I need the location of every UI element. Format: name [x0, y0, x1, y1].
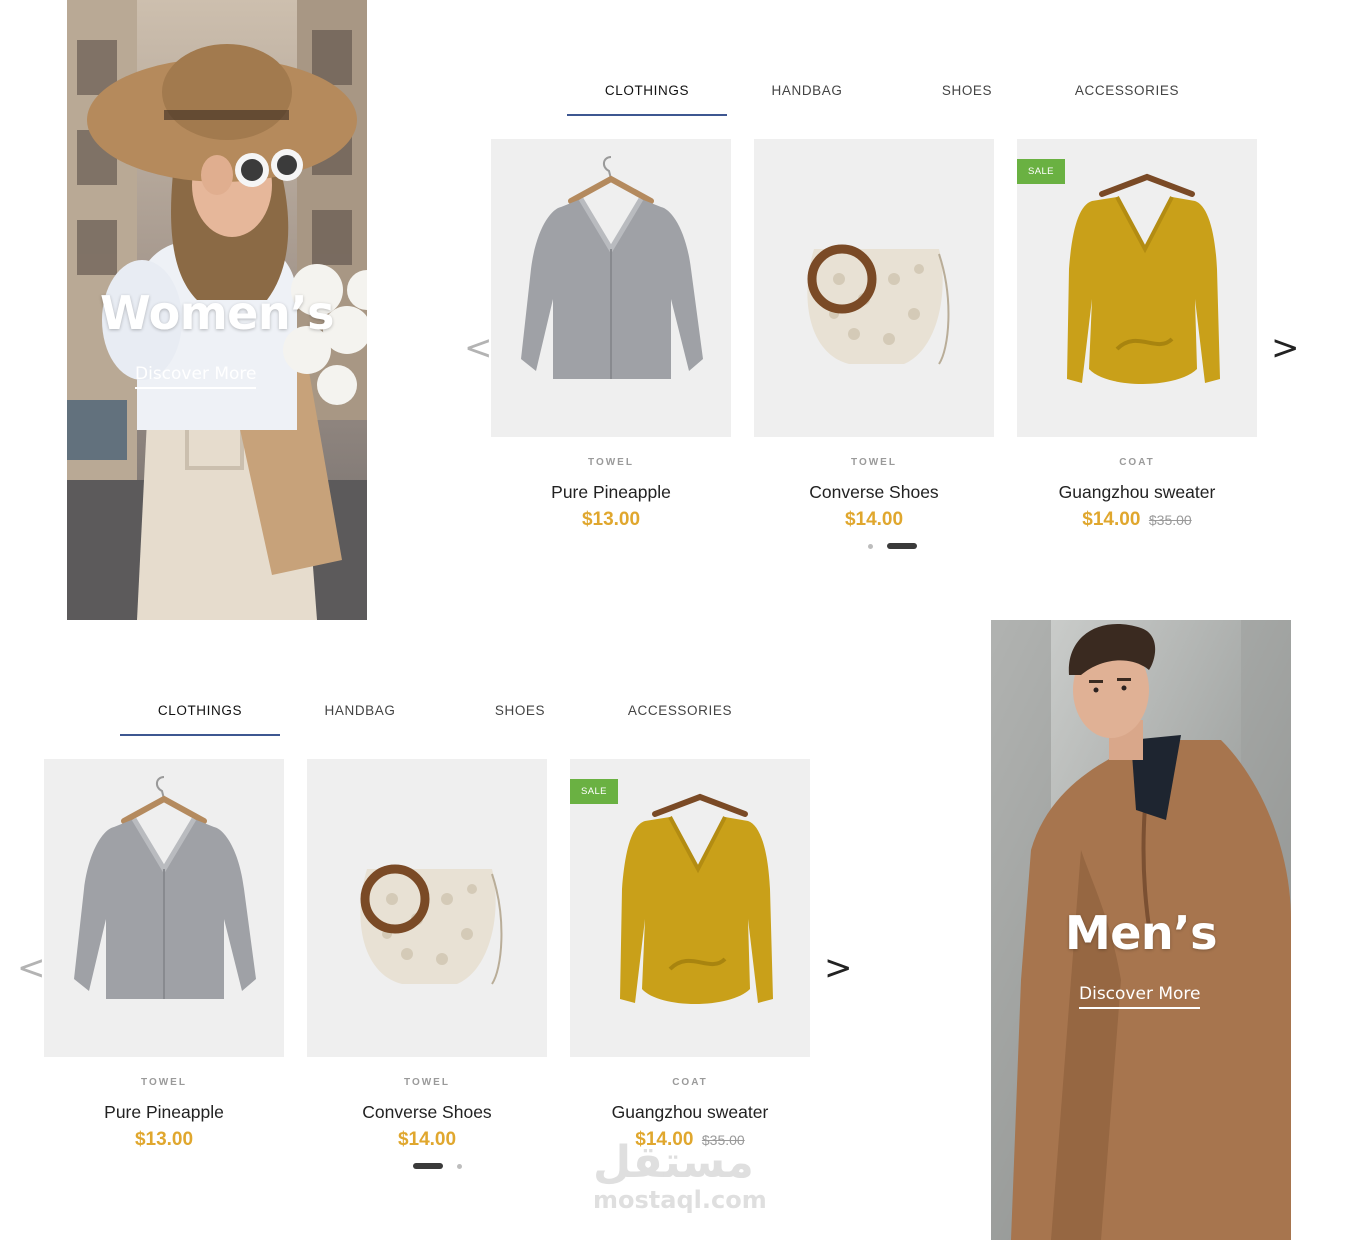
sale-badge: SALE	[1017, 159, 1065, 184]
tab-shoes[interactable]: SHOES	[440, 695, 600, 736]
top-carousel-next-arrow[interactable]: >	[1271, 331, 1300, 365]
grey-sweater-image	[521, 156, 703, 379]
tab-shoes[interactable]: SHOES	[887, 75, 1047, 116]
pagination-dot-active[interactable]	[887, 543, 917, 549]
bottom-carousel-prev-arrow[interactable]: <	[17, 951, 46, 985]
straw-handbag-image	[360, 864, 503, 985]
product-category: TOWEL	[404, 1077, 450, 1088]
pagination-dot-active[interactable]	[413, 1163, 443, 1169]
men-discover-more-link[interactable]: Discover More	[1079, 984, 1201, 1009]
top-category-tabs: CLOTHINGS HANDBAG SHOES ACCESSORIES	[567, 75, 1207, 116]
men-banner-title: Men’s	[1064, 906, 1218, 960]
product-image[interactable]	[491, 139, 731, 437]
product-image[interactable]	[307, 759, 547, 1057]
product-name[interactable]: Converse Shoes	[754, 482, 994, 503]
tab-handbag[interactable]: HANDBAG	[727, 75, 887, 116]
sale-badge: SALE	[570, 779, 618, 804]
product-card[interactable]: TOWEL Pure Pineapple $13.00	[491, 139, 731, 531]
product-category: TOWEL	[141, 1077, 187, 1088]
straw-handbag-image	[807, 244, 950, 365]
pagination-dot[interactable]	[457, 1163, 462, 1169]
tab-accessories[interactable]: ACCESSORIES	[600, 695, 760, 736]
product-card[interactable]: SALE COAT Guangzhou sweater $14.00 $35.0…	[1017, 139, 1257, 531]
current-price: $14.00	[1082, 509, 1141, 530]
current-price: $14.00	[397, 1129, 457, 1150]
product-image[interactable]	[44, 759, 284, 1057]
bottom-category-tabs: CLOTHINGS HANDBAG SHOES ACCESSORIES	[120, 695, 760, 736]
product-image[interactable]: SALE	[570, 759, 810, 1057]
product-name[interactable]: Converse Shoes	[307, 1102, 547, 1123]
tab-accessories[interactable]: ACCESSORIES	[1047, 75, 1207, 116]
top-carousel-pagination	[868, 543, 917, 549]
product-name[interactable]: Guangzhou sweater	[1017, 482, 1257, 503]
old-price: $35.00	[1148, 512, 1192, 528]
product-price: $14.00	[754, 509, 994, 531]
pagination-dot[interactable]	[868, 543, 873, 549]
men-banner[interactable]: Men’s Discover More	[991, 620, 1291, 1240]
product-name[interactable]: Pure Pineapple	[491, 482, 731, 503]
product-name[interactable]: Guangzhou sweater	[570, 1102, 810, 1123]
top-carousel-prev-arrow[interactable]: <	[464, 331, 493, 365]
product-category: TOWEL	[588, 457, 634, 468]
watermark-latin-text: mostaql.com	[593, 1186, 767, 1214]
women-banner-title: Women’s	[100, 286, 334, 340]
watermark-arabic-text: مستقل	[593, 1137, 754, 1188]
product-price: $13.00	[491, 509, 731, 531]
current-price: $14.00	[844, 509, 904, 530]
product-price: $14.00 $35.00	[1017, 509, 1257, 531]
tab-clothings[interactable]: CLOTHINGS	[120, 695, 280, 736]
current-price: $13.00	[581, 509, 641, 530]
product-price: $13.00	[44, 1129, 284, 1151]
current-price: $13.00	[134, 1129, 194, 1150]
women-banner[interactable]: Women’s Discover More	[67, 0, 367, 620]
bottom-carousel-next-arrow[interactable]: >	[824, 951, 853, 985]
product-card[interactable]: TOWEL Converse Shoes $14.00	[754, 139, 994, 531]
product-card[interactable]: TOWEL Converse Shoes $14.00	[307, 759, 547, 1151]
product-card[interactable]: TOWEL Pure Pineapple $13.00	[44, 759, 284, 1151]
bottom-carousel-pagination	[413, 1163, 462, 1169]
product-category: TOWEL	[851, 457, 897, 468]
grey-sweater-image	[74, 776, 256, 999]
product-category: COAT	[1119, 457, 1155, 468]
product-image[interactable]	[754, 139, 994, 437]
product-category: COAT	[672, 1077, 708, 1088]
mostaql-watermark: مستقل mostaql.com	[593, 1137, 773, 1215]
product-name[interactable]: Pure Pineapple	[44, 1102, 284, 1123]
tab-handbag[interactable]: HANDBAG	[280, 695, 440, 736]
product-card[interactable]: SALE COAT Guangzhou sweater $14.00 $35.0…	[570, 759, 810, 1151]
women-discover-more-link[interactable]: Discover More	[135, 364, 257, 389]
tab-clothings[interactable]: CLOTHINGS	[567, 75, 727, 116]
product-price: $14.00	[307, 1129, 547, 1151]
product-image[interactable]: SALE	[1017, 139, 1257, 437]
